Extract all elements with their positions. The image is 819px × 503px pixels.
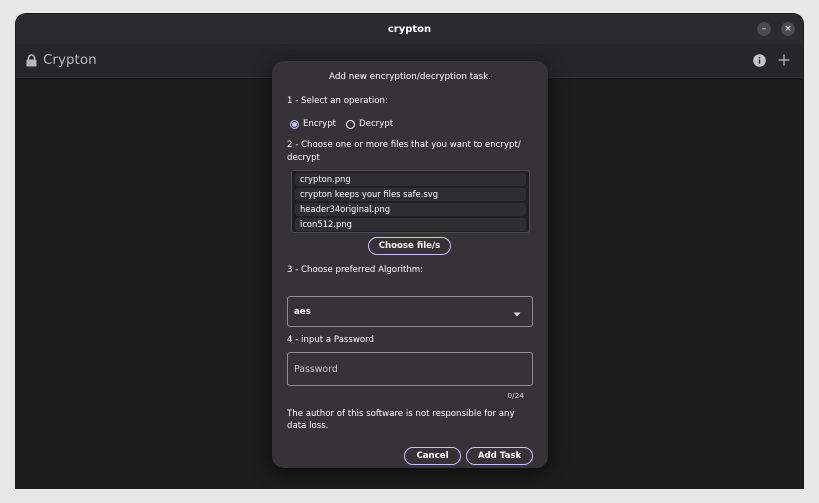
password-placeholder: Password [294,363,338,375]
lock-icon [26,53,37,67]
title-bar: crypton – × [16,14,803,44]
file-list[interactable]: crypton.png crypton keeps your files saf… [291,170,530,233]
algorithm-label: 3 - Choose preferred Algorithm: [287,265,424,275]
minimize-icon[interactable]: – [757,22,771,36]
dialog-title: Add new encryption/decryption task. [328,72,492,82]
window-title: crypton [387,23,432,35]
files-label-line2: decrypt [287,153,320,163]
encrypt-radio[interactable] [290,119,299,129]
operation-radio-group: Encrypt Decrypt [290,119,399,129]
choose-files-button[interactable]: Choose file/s [368,237,451,255]
disclaimer-text: The author of this software is not respo… [287,409,515,431]
password-char-counter: 0/24 [507,391,524,400]
password-label: 4 - input a Password [287,335,375,345]
algorithm-select[interactable]: aes [287,296,533,327]
list-item[interactable]: header34original.png [295,203,526,216]
brand: Crypton [26,52,97,68]
plus-icon[interactable] [777,53,791,67]
close-icon[interactable]: × [781,22,795,36]
app-name: Crypton [43,52,97,68]
decrypt-radio-label[interactable]: Decrypt [359,119,393,129]
encrypt-radio-label[interactable]: Encrypt [303,119,336,129]
algorithm-selected-value: aes [294,306,311,317]
files-label-line1: 2 - Choose one or more files that you wa… [287,140,521,150]
chevron-down-icon [513,310,521,320]
cancel-button[interactable]: Cancel [404,447,461,465]
list-item[interactable]: crypton keeps your files safe.svg [295,188,526,201]
app-window: crypton – × Crypton Add new encryption/d… [16,14,803,488]
password-input[interactable]: Password [287,352,533,386]
add-task-button[interactable]: Add Task [466,447,533,465]
add-task-dialog: Add new encryption/decryption task. 1 - … [272,61,548,468]
info-icon[interactable] [752,53,766,67]
list-item[interactable]: icon512.png [295,218,526,231]
list-item[interactable]: crypton.png [295,173,526,186]
operation-label: 1 - Select an operation: [287,96,388,106]
decrypt-radio[interactable] [346,119,356,129]
